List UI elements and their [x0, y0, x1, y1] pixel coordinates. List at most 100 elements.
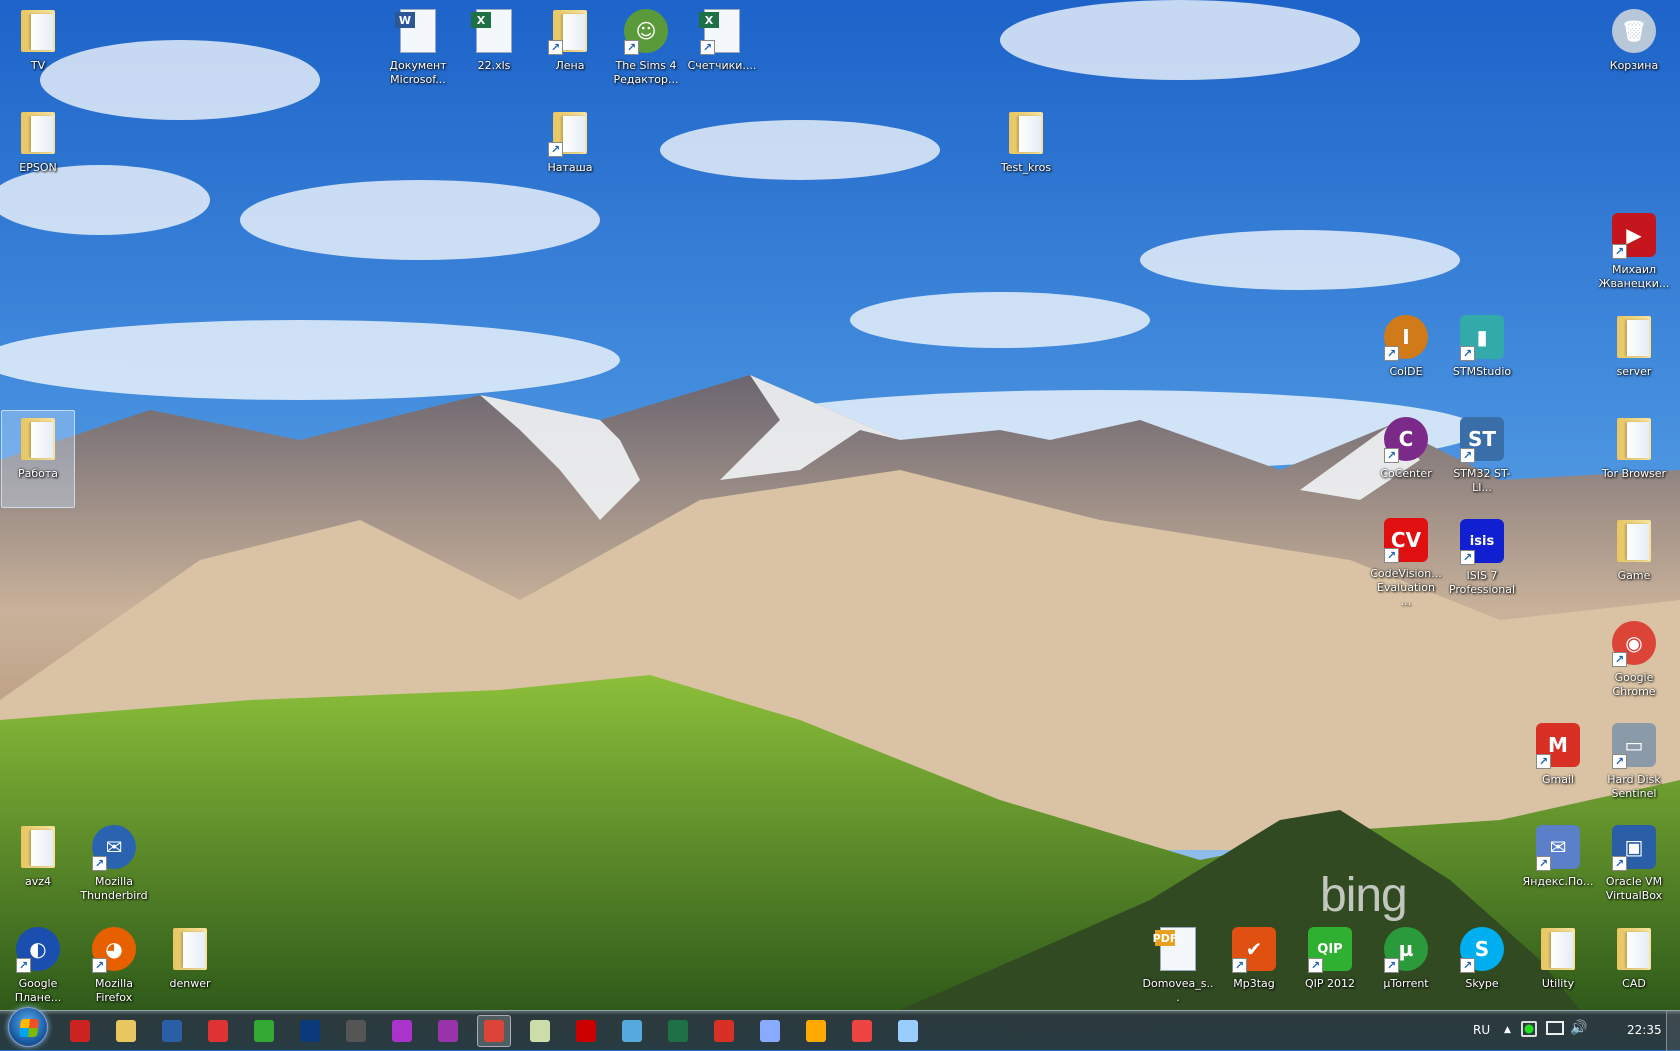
desktop-icon[interactable]: ✔ ↗ Mp3tag [1217, 920, 1291, 1018]
app-icon: ✉ ↗ [90, 823, 138, 871]
desktop-icon-label: QIP 2012 [1304, 977, 1356, 990]
desktop-icon-label: Mozilla Firefox [95, 977, 133, 1004]
clock[interactable]: 22:35 [1627, 1023, 1662, 1037]
taskbar-button-mail[interactable] [753, 1015, 787, 1047]
start-button[interactable] [8, 1007, 48, 1047]
taskbar-button-notepad[interactable] [523, 1015, 557, 1047]
desktop-icon[interactable]: avz4 [1, 818, 75, 916]
desktop-icon-label: Gmail [1541, 773, 1575, 786]
desktop-icon[interactable]: isis ↗ ISIS 7 Professional [1445, 512, 1519, 610]
desktop-icon[interactable]: Test_kros [989, 104, 1063, 202]
taskbar-button-excel[interactable] [661, 1015, 695, 1047]
desktop-icon[interactable]: Tor Browser [1597, 410, 1671, 508]
app-icon: ▭ ↗ [1610, 721, 1658, 769]
desktop-icon[interactable]: ▣ ↗ Oracle VM VirtualBox [1597, 818, 1671, 916]
folder-icon [14, 823, 62, 871]
bing-watermark: bing [1320, 869, 1408, 922]
show-hidden-icons-arrow-icon[interactable]: ▲ [1504, 1025, 1511, 1035]
taskbar-button-paint[interactable] [63, 1015, 97, 1047]
folder-icon: ↗ [546, 7, 594, 55]
gmail-icon [714, 1020, 734, 1042]
desktop-icon[interactable]: Game [1597, 512, 1671, 610]
desktop-icon[interactable]: denwer [153, 920, 227, 1018]
desktop-icon[interactable]: M ↗ Gmail [1521, 716, 1595, 814]
document-icon: PDF [1153, 925, 1202, 973]
desktop-icon-label: CoCenter [1380, 467, 1432, 480]
taskbar-button-save-tool[interactable] [155, 1015, 189, 1047]
network-icon[interactable] [1546, 1021, 1564, 1035]
desktop-icon-label: CoIDE [1389, 365, 1423, 378]
desktop-icon[interactable]: ↗ Наташа [533, 104, 607, 202]
desktop-icon[interactable]: ◕ ↗ Mozilla Firefox [77, 920, 151, 1018]
taskbar-button-explorer[interactable] [109, 1015, 143, 1047]
desktop-icon[interactable]: X 22.xls [457, 2, 531, 100]
desktop-icon[interactable]: ▶ ↗ Михаил Жванецки... [1597, 206, 1671, 304]
desktop-icon[interactable]: QIP ↗ QIP 2012 [1293, 920, 1367, 1018]
desktop-icon-label: server [1616, 365, 1652, 378]
desktop-icon[interactable]: C ↗ CoCenter [1369, 410, 1443, 508]
desktop-icon[interactable]: ▭ ↗ Hard Disk Sentinel [1597, 716, 1671, 814]
taskbar-button-screen-tool[interactable] [201, 1015, 235, 1047]
desktop-icon[interactable]: Utility [1521, 920, 1595, 1018]
desktop-icon[interactable]: ☺ ↗ The Sims 4 Редактор... [609, 2, 683, 100]
desktop-icon[interactable]: ✉ ↗ Яндекс.По... [1521, 818, 1595, 916]
volume-icon[interactable]: 🔊 [1570, 1020, 1587, 1036]
show-desktop-button[interactable] [1666, 1011, 1680, 1051]
desktop-icon[interactable]: ▮ ↗ STMStudio [1445, 308, 1519, 406]
taskbar-button-ccleaner[interactable] [845, 1015, 879, 1047]
taskbar-button-photoshop[interactable] [293, 1015, 327, 1047]
save-tool-icon [162, 1020, 182, 1042]
desktop-icon-label: STMStudio [1452, 365, 1512, 378]
desktop-icon-label: denwer [169, 977, 211, 990]
desktop-icon-label: ISIS 7 Professional [1448, 569, 1516, 596]
device-tool-icon [346, 1020, 366, 1042]
desktop-icon[interactable]: W Документ Microsof... [381, 2, 455, 100]
desktop-icon-label: Корзина [1609, 59, 1659, 72]
taskbar-button-app-purple-2[interactable] [431, 1015, 465, 1047]
shortcut-arrow-icon: ↗ [1536, 856, 1551, 871]
desktop-icon[interactable]: I ↗ CoIDE [1369, 308, 1443, 406]
desktop-icon[interactable]: 🗑 Корзина [1597, 2, 1671, 100]
desktop-icon[interactable]: ◐ ↗ Google Плане... [1, 920, 75, 1018]
notepad-icon [530, 1020, 550, 1042]
desktop-icon[interactable]: CAD [1597, 920, 1671, 1018]
app-icon: ▶ ↗ [1610, 211, 1658, 259]
language-indicator[interactable]: RU [1473, 1023, 1490, 1037]
taskbar-button-calculator[interactable] [891, 1015, 925, 1047]
desktop-icon[interactable]: S ↗ Skype [1445, 920, 1519, 1018]
folder-icon [1534, 925, 1582, 973]
desktop-icon[interactable]: µ ↗ µTorrent [1369, 920, 1443, 1018]
app-icon: isis ↗ [1458, 517, 1506, 565]
desktop-icon[interactable]: ST ↗ STM32 ST-LI... [1445, 410, 1519, 508]
taskbar-button-device-tool[interactable] [339, 1015, 373, 1047]
desktop-icon[interactable]: ↗ Лена [533, 2, 607, 100]
taskbar-button-chrome[interactable] [477, 1015, 511, 1047]
desktop-icon-label: µTorrent [1383, 977, 1429, 990]
desktop-icon[interactable]: EPSON [1, 104, 75, 202]
taskbar-button-acrobat[interactable] [569, 1015, 603, 1047]
desktop-icon-label: CodeVision... Evaluation ... [1370, 567, 1442, 608]
desktop-icon[interactable]: server [1597, 308, 1671, 406]
desktop-icon-label: Hard Disk Sentinel [1607, 773, 1661, 800]
shortcut-arrow-icon: ↗ [1536, 754, 1551, 769]
desktop-icon[interactable]: PDF Domovea_s... [1141, 920, 1215, 1018]
taskbar-button-pen-tool[interactable] [615, 1015, 649, 1047]
taskbar-button-app-purple[interactable] [385, 1015, 419, 1047]
taskbar-button-download-manager[interactable] [247, 1015, 281, 1047]
shortcut-arrow-icon: ↗ [1460, 448, 1475, 463]
desktop-icon-label: Tor Browser [1601, 467, 1667, 480]
status-green-icon[interactable] [1521, 1021, 1537, 1037]
desktop-icon[interactable]: Работа [1, 410, 75, 508]
app-purple-2-icon [438, 1020, 458, 1042]
desktop-icon[interactable]: ✉ ↗ Mozilla Thunderbird [77, 818, 151, 916]
photoshop-icon [300, 1020, 320, 1042]
desktop-icon[interactable]: CV ↗ CodeVision... Evaluation ... [1369, 512, 1443, 610]
desktop-icon[interactable]: X ↗ Счетчики.... [685, 2, 759, 100]
taskbar-button-gmail[interactable] [707, 1015, 741, 1047]
taskbar-button-aimp[interactable] [799, 1015, 833, 1047]
desktop-icon-label: Яндекс.По... [1522, 875, 1594, 888]
shortcut-arrow-icon: ↗ [1612, 856, 1627, 871]
app-icon: ✉ ↗ [1534, 823, 1582, 871]
desktop-icon[interactable]: TV [1, 2, 75, 100]
desktop-icon[interactable]: ◉ ↗ Google Chrome [1597, 614, 1671, 712]
